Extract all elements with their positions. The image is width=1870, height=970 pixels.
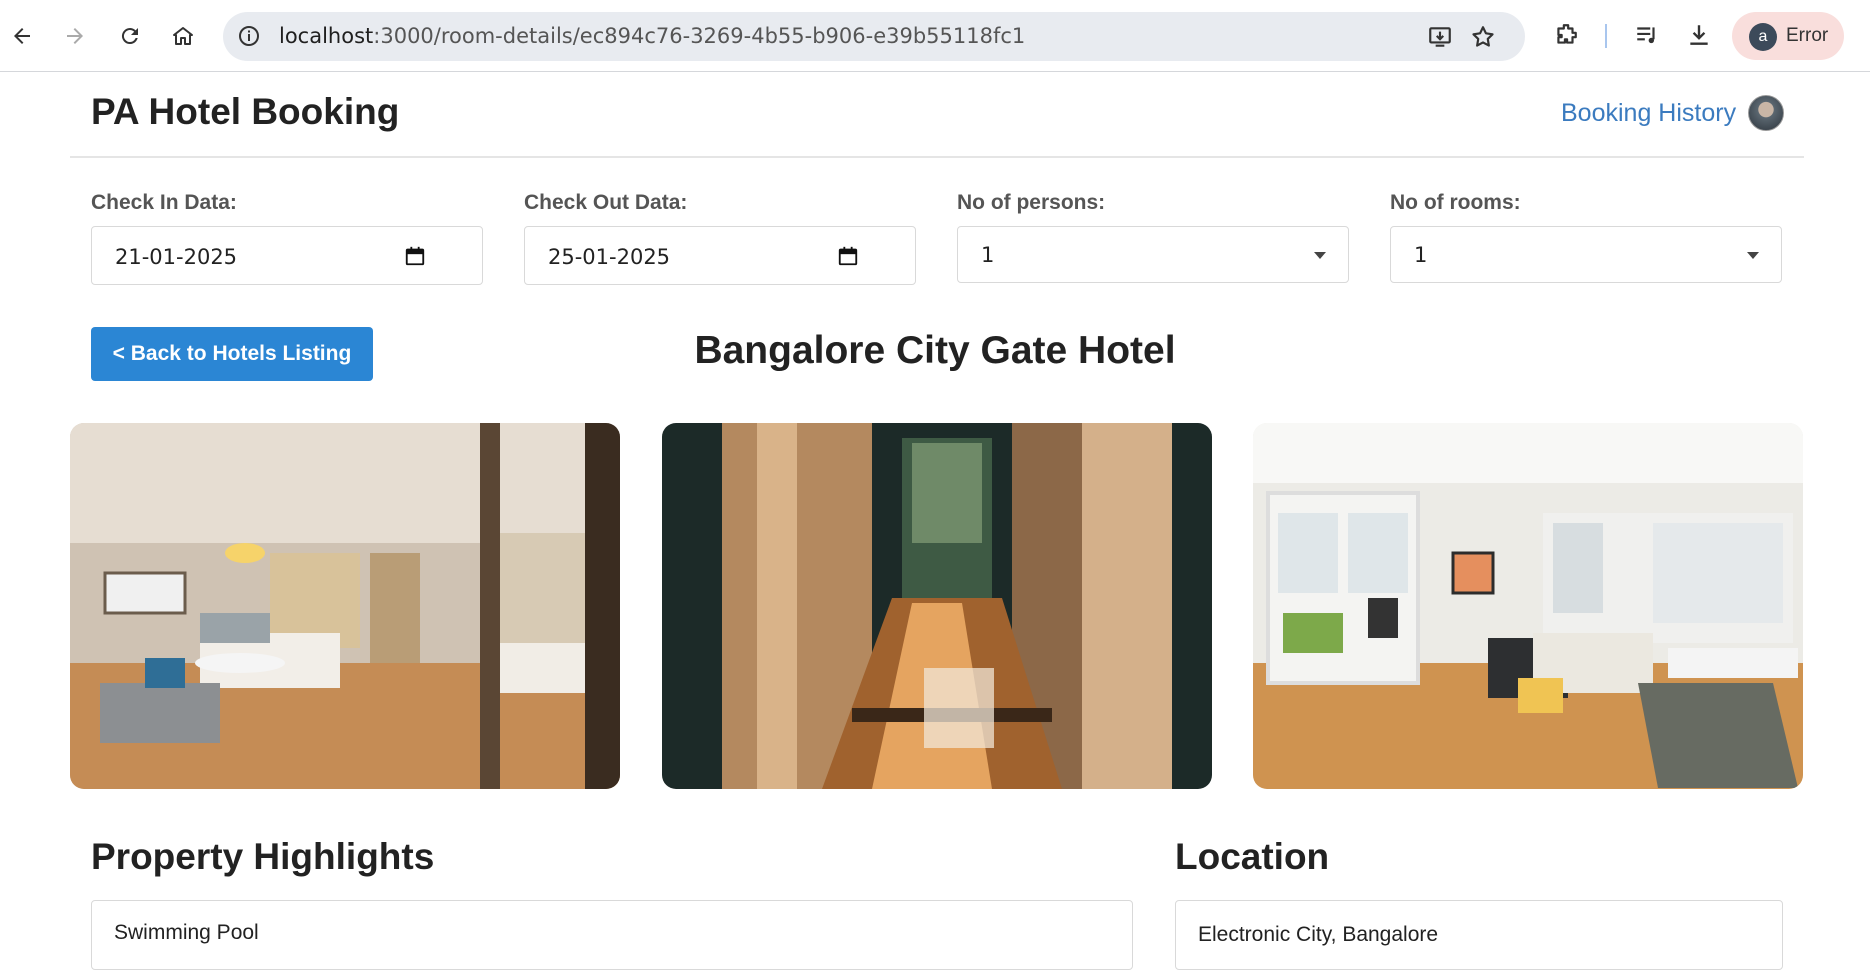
media-controls-icon[interactable] [1630,18,1664,52]
header-divider [70,156,1804,158]
extensions-icon[interactable] [1549,18,1583,52]
chevron-down-icon [1314,252,1326,259]
hotel-photo-living-room [1253,423,1803,789]
app-title: PA Hotel Booking [91,91,400,132]
profile-button[interactable]: a Error [1732,12,1844,60]
check-in-date-input[interactable]: 21-01-2025 [91,226,483,285]
bookmark-star-icon[interactable] [1470,24,1496,50]
persons-label: No of persons: [957,191,1106,214]
rooms-value: 1 [1414,243,1428,267]
site-info-icon[interactable] [237,24,261,48]
rooms-label: No of rooms: [1390,191,1521,214]
toolbar-separator [1605,24,1607,48]
location-value: Electronic City, Bangalore [1198,923,1439,946]
downloads-icon[interactable] [1682,18,1716,52]
property-highlights-heading: Property Highlights [91,836,435,877]
booking-history-link[interactable]: Booking History [1561,99,1736,128]
persons-select[interactable]: 1 [957,226,1349,283]
install-app-icon[interactable] [1427,24,1453,50]
back-to-listing-button[interactable]: < Back to Hotels Listing [91,327,373,381]
home-icon[interactable] [165,18,201,54]
highlight-item: Swimming Pool [114,921,259,944]
hotel-photo-bedroom [70,423,620,789]
profile-avatar: a [1749,23,1777,51]
persons-value: 1 [981,243,995,267]
check-in-label: Check In Data: [91,191,237,214]
reload-icon[interactable] [112,18,148,54]
calendar-icon[interactable] [404,245,426,267]
calendar-icon[interactable] [837,245,859,267]
hotel-photo-corridor [662,423,1212,789]
check-out-date-input[interactable]: 25-01-2025 [524,226,916,285]
back-arrow-icon[interactable] [4,18,40,54]
chevron-down-icon [1747,252,1759,259]
rooms-select[interactable]: 1 [1390,226,1782,283]
location-heading: Location [1175,836,1330,877]
check-out-value: 25-01-2025 [548,245,671,269]
location-box: Electronic City, Bangalore [1175,900,1783,970]
address-bar[interactable]: localhost:3000/room-details/ec894c76-326… [223,12,1525,61]
url-text[interactable]: localhost:3000/room-details/ec894c76-326… [279,24,1025,49]
check-in-value: 21-01-2025 [115,245,238,269]
user-avatar[interactable] [1748,95,1784,131]
highlights-list: Swimming Pool [91,900,1133,970]
check-out-label: Check Out Data: [524,191,688,214]
forward-arrow-icon[interactable] [57,18,93,54]
browser-toolbar: localhost:3000/room-details/ec894c76-326… [0,0,1870,72]
profile-status: Error [1786,25,1829,46]
